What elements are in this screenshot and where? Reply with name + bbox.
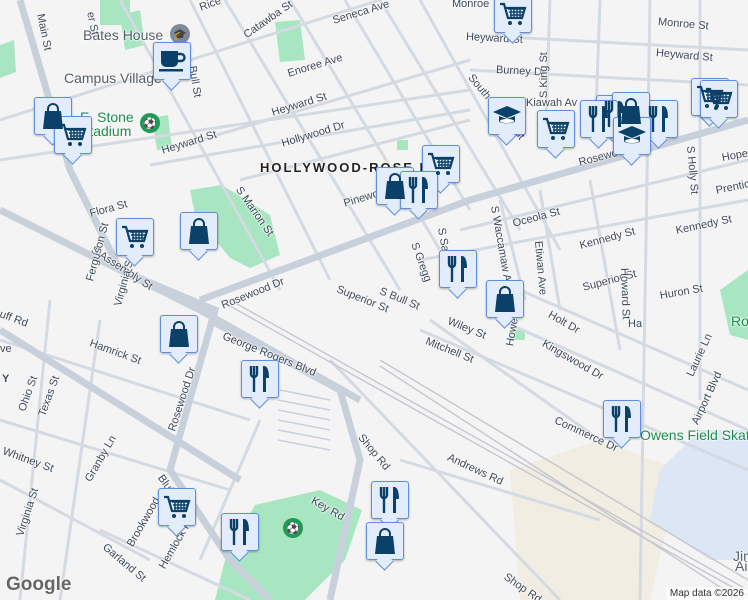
restaurant-icon [445,255,471,283]
shopping-bag-marker[interactable] [486,280,524,318]
education-icon [492,104,522,128]
parking-lot-lines [277,389,331,451]
shopping-bag-icon [372,527,398,555]
street-label: Monroe [452,0,490,10]
shopping-cart-marker[interactable] [54,116,92,154]
education-icon [617,124,647,148]
shopping-bag-icon [166,320,192,348]
shopping-cart-marker[interactable] [700,80,738,118]
street-label: ve [0,343,12,355]
restaurant-icon [609,405,635,433]
street-label: Howard St [618,267,632,320]
shopping-bag-icon [618,97,644,125]
street-label: Kiawah Av [526,97,578,109]
street-label: Ha [628,318,643,330]
education-icon: 🎓 [170,24,190,44]
shopping-cart-icon [499,1,527,27]
shopping-bag-marker[interactable] [366,522,404,560]
restaurant-marker[interactable] [603,400,641,438]
shopping-cart-icon [705,86,733,112]
education-marker[interactable] [488,97,526,135]
coffee-marker[interactable] [153,42,191,80]
map-attribution[interactable]: Map data ©2026 [665,587,748,600]
stadium-icon: ⚽ [140,113,160,133]
restaurant-icon [227,518,253,546]
restaurant-icon [377,486,403,514]
shopping-cart-icon [121,224,149,250]
stadium-icon: ⚽ [283,518,303,538]
restaurant-icon [406,176,432,204]
shopping-bag-icon [186,217,212,245]
restaurant-marker[interactable] [439,250,477,288]
shopping-cart-marker[interactable] [116,218,154,256]
restaurant-icon [646,105,672,133]
poi-rose-partial: Ro [731,313,748,329]
restaurant-icon [586,105,612,133]
shopping-bag-marker[interactable] [180,212,218,250]
shopping-cart-icon [542,116,570,142]
airport-label-2: Ai [735,558,748,574]
poi-skate-park[interactable]: Owens Field Skate Park [640,427,748,443]
google-logo[interactable]: Google [6,574,71,596]
shopping-bag-icon [492,285,518,313]
poi-campus-village[interactable]: Campus Village [64,70,162,86]
restaurant-marker[interactable] [371,481,409,519]
shopping-cart-marker[interactable] [537,110,575,148]
shopping-bag-marker[interactable] [160,315,198,353]
shopping-cart-marker[interactable] [158,488,196,526]
shopping-cart-icon [427,151,455,177]
map-canvas[interactable]: HOLLYWOOD-ROSE HI Bates House 🎓 Campus V… [0,0,748,600]
coffee-icon [158,48,186,74]
street-label: Y [2,373,10,385]
restaurant-marker[interactable] [241,360,279,398]
restaurant-marker[interactable] [221,513,259,551]
restaurant-icon [247,365,273,393]
shopping-cart-icon [163,494,191,520]
street-label: S King St [538,52,550,98]
shopping-cart-icon [59,122,87,148]
shopping-cart-marker[interactable] [494,0,532,33]
shopping-bag-icon [382,172,408,200]
